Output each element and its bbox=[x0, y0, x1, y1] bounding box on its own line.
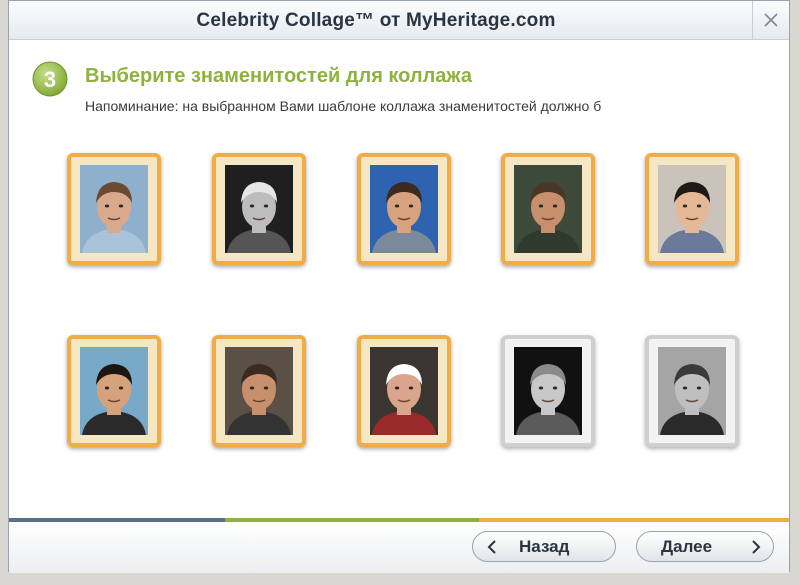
back-button[interactable]: Назад bbox=[472, 531, 616, 562]
celebrity-photo bbox=[80, 347, 148, 435]
next-button-label: Далее bbox=[661, 537, 713, 556]
step-number-badge: 3 bbox=[32, 61, 68, 97]
celebrity-photo bbox=[514, 165, 582, 253]
celebrity-photo bbox=[658, 165, 726, 253]
celebrity-photo bbox=[225, 347, 293, 435]
celebrity-photo bbox=[658, 347, 726, 435]
celebrity-photo bbox=[225, 165, 293, 253]
close-icon bbox=[764, 13, 778, 27]
celebrity-grid bbox=[67, 153, 747, 453]
chevron-left-icon bbox=[487, 540, 496, 554]
title-bar: Celebrity Collage™ от MyHeritage.com bbox=[9, 1, 789, 40]
celebrity-photo bbox=[80, 165, 148, 253]
celebrity-tile[interactable] bbox=[501, 335, 595, 447]
celebrity-tile[interactable] bbox=[645, 335, 739, 447]
next-button[interactable]: Далее bbox=[636, 531, 774, 562]
celebrity-tile[interactable] bbox=[645, 153, 739, 265]
footer: Назад Далее bbox=[9, 522, 789, 573]
close-button[interactable] bbox=[752, 1, 789, 39]
step-number: 3 bbox=[44, 67, 56, 92]
celebrity-collage-dialog: Celebrity Collage™ от MyHeritage.com 3 В… bbox=[8, 0, 790, 573]
celebrity-tile[interactable] bbox=[212, 153, 306, 265]
back-button-label: Назад bbox=[519, 537, 570, 556]
chevron-right-icon bbox=[752, 540, 761, 554]
celebrity-tile[interactable] bbox=[357, 153, 451, 265]
celebrity-tile[interactable] bbox=[357, 335, 451, 447]
reminder-text: Напоминание: на выбранном Вами шаблоне к… bbox=[85, 98, 602, 114]
celebrity-photo bbox=[370, 165, 438, 253]
celebrity-tile[interactable] bbox=[212, 335, 306, 447]
step-heading: Выберите знаменитостей для коллажа bbox=[85, 65, 472, 87]
celebrity-photo bbox=[514, 347, 582, 435]
celebrity-tile[interactable] bbox=[67, 153, 161, 265]
celebrity-tile[interactable] bbox=[501, 153, 595, 265]
celebrity-tile[interactable] bbox=[67, 335, 161, 447]
celebrity-photo bbox=[370, 347, 438, 435]
window-title: Celebrity Collage™ от MyHeritage.com bbox=[196, 10, 556, 31]
